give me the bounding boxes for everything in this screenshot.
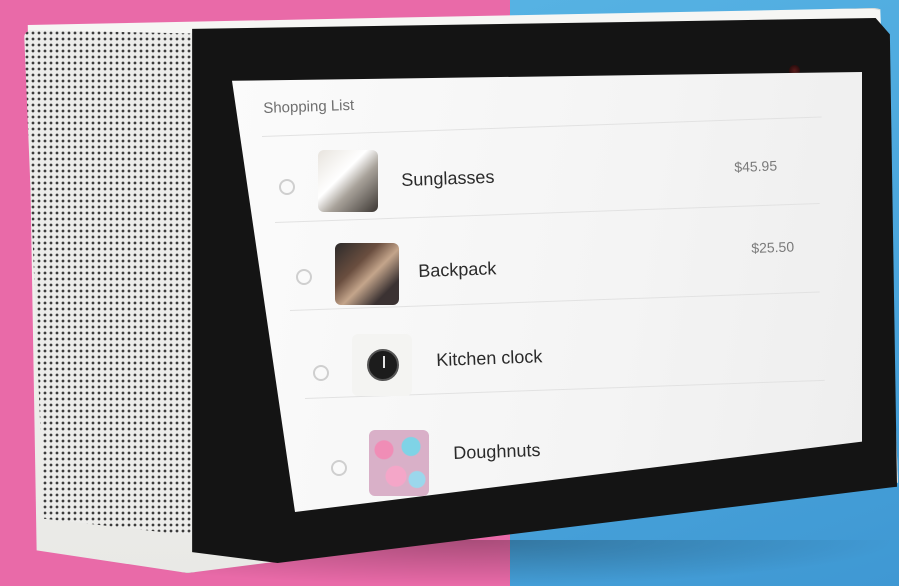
item-checkbox[interactable] bbox=[296, 269, 312, 285]
item-checkbox[interactable] bbox=[313, 365, 329, 381]
item-checkbox[interactable] bbox=[279, 179, 295, 195]
item-name: Kitchen clock bbox=[436, 346, 543, 370]
item-name: Sunglasses bbox=[401, 166, 495, 190]
item-thumbnail-backpack bbox=[335, 243, 399, 305]
item-thumbnail-kitchen-clock bbox=[352, 334, 412, 396]
item-price: $25.50 bbox=[751, 238, 795, 256]
item-thumbnail-sunglasses bbox=[318, 150, 378, 212]
item-checkbox[interactable] bbox=[331, 460, 347, 476]
item-thumbnail-doughnuts bbox=[369, 430, 429, 496]
clock-icon bbox=[367, 349, 399, 381]
item-name: Backpack bbox=[418, 258, 497, 281]
screen bbox=[232, 72, 862, 512]
item-name: Doughnuts bbox=[453, 439, 541, 463]
page-title: Shopping List bbox=[263, 96, 355, 117]
item-price: $45.95 bbox=[734, 157, 778, 175]
product-photo: Shopping List Sunglasses $45.95 Backpack… bbox=[0, 0, 899, 586]
